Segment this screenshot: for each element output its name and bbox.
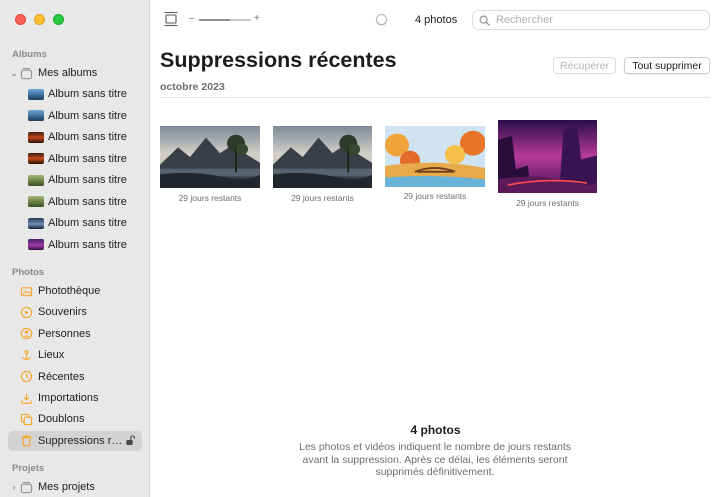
footer-title: 4 photos — [410, 423, 461, 437]
album-thumbnail — [28, 131, 44, 143]
places-icon — [20, 349, 33, 362]
album-thumbnail — [28, 110, 44, 121]
sidebar-item-places[interactable]: Lieux — [8, 345, 142, 365]
page-subtitle: octobre 2023 — [160, 81, 225, 93]
sidebar-item-album[interactable]: Album sans titre — [8, 127, 142, 147]
sidebar-item-label: Souvenirs — [38, 306, 87, 319]
sidebar-item-trash[interactable]: Suppressions ré... — [8, 430, 142, 451]
sidebar-item-my-projects[interactable]: › Mes projets — [8, 477, 142, 497]
sidebar-item-label: Album sans titre — [48, 152, 127, 165]
search-field[interactable] — [472, 10, 710, 30]
sidebar-item-label: Album sans titre — [48, 174, 127, 186]
photos-window: Albums ⌄ Mes albums Album sans titre Albu… — [0, 0, 720, 497]
album-thumbnail — [28, 88, 44, 100]
delete-all-button[interactable]: Tout supprimer — [624, 57, 710, 74]
sidebar-item-album[interactable]: Album sans titre — [8, 170, 142, 190]
search-icon — [479, 15, 490, 26]
photo-thumbnail[interactable] — [498, 120, 597, 193]
sidebar-item-label: Album sans titre — [48, 131, 127, 143]
sidebar-item-album[interactable]: Album sans titre — [8, 84, 142, 104]
sidebar-item-memories[interactable]: Souvenirs — [8, 302, 142, 322]
minimize-window-button[interactable] — [34, 14, 45, 25]
sidebar-item-label: Récentes — [38, 370, 85, 383]
days-remaining-label: 29 jours restants — [516, 198, 579, 208]
zoom-window-button[interactable] — [53, 14, 64, 25]
photo-item[interactable]: 29 jours restants — [160, 126, 260, 203]
days-remaining-label: 29 jours restants — [403, 191, 467, 201]
days-remaining-label: 29 jours restants — [291, 193, 354, 203]
photo-item[interactable]: 29 jours restants — [498, 120, 597, 208]
photo-library-icon — [20, 285, 33, 298]
sidebar-item-label: Photothèque — [38, 285, 101, 297]
trash-icon — [20, 434, 33, 447]
imports-icon — [20, 392, 33, 405]
aspect-toggle-icon[interactable] — [164, 11, 178, 27]
sidebar-item-label: Album sans titre — [48, 195, 127, 208]
section-title-albums: Albums — [12, 49, 47, 60]
section-title-projects: Projets — [12, 463, 45, 474]
folder-stack-icon — [20, 481, 33, 494]
people-icon — [20, 327, 33, 340]
sidebar-item-recents[interactable]: Récentes — [8, 367, 142, 387]
album-thumbnail — [28, 239, 44, 250]
duplicates-icon — [20, 413, 33, 426]
zoom-out-button[interactable]: – — [189, 13, 195, 24]
footer-text: Les photos et vidéos indiquent le nombre… — [298, 441, 571, 478]
sidebar-item-album[interactable]: Album sans titre — [8, 106, 142, 126]
sidebar-item-album[interactable]: Album sans titre — [8, 192, 142, 212]
sidebar-item-label: Album sans titre — [48, 109, 127, 122]
album-thumbnail — [28, 217, 44, 229]
sidebar-item-my-albums[interactable]: ⌄ Mes albums — [8, 63, 142, 83]
album-stack-icon — [20, 67, 33, 80]
recover-button[interactable]: Récupérer — [553, 57, 616, 74]
album-thumbnail — [28, 196, 44, 207]
sidebar-item-people[interactable]: Personnes — [8, 324, 142, 344]
photo-thumbnail[interactable] — [160, 126, 260, 188]
sidebar-item-label: Personnes — [38, 327, 91, 340]
sidebar: Albums ⌄ Mes albums Album sans titre Albu… — [0, 0, 150, 497]
page-title: Suppressions récentes — [160, 48, 397, 72]
sidebar-item-album[interactable]: Album sans titre — [8, 235, 142, 255]
album-thumbnail — [28, 174, 44, 186]
section-title-photos: Photos — [12, 267, 45, 278]
window-controls — [15, 14, 64, 25]
sidebar-item-imports[interactable]: Importations — [8, 388, 142, 408]
recents-icon — [20, 370, 33, 383]
sidebar-item-label: Doublons — [38, 413, 85, 426]
zoom-slider-fill — [199, 19, 231, 21]
photo-item[interactable]: 29 jours restants — [273, 126, 372, 203]
sidebar-item-label: Album sans titre — [48, 238, 127, 251]
photo-item[interactable]: 29 jours restants — [385, 126, 485, 201]
album-thumbnail — [28, 153, 44, 164]
memories-icon — [20, 306, 33, 319]
header-divider — [160, 97, 710, 98]
photo-thumbnail[interactable] — [385, 126, 485, 187]
photo-count: 4 photos — [415, 14, 458, 26]
chevron-down-icon[interactable]: ⌄ — [8, 68, 20, 79]
sidebar-item-label: Suppressions ré... — [38, 434, 126, 447]
sidebar-item-label: Mes albums — [38, 67, 98, 79]
sidebar-item-duplicates[interactable]: Doublons — [8, 409, 142, 429]
unlock-icon[interactable] — [125, 435, 136, 446]
zoom-slider[interactable] — [199, 19, 251, 21]
sidebar-item-label: Importations — [38, 392, 99, 404]
toolbar: – + 4 photos — [151, 0, 720, 40]
sidebar-item-label: Album sans titre — [48, 217, 127, 229]
sidebar-item-label: Album sans titre — [48, 88, 127, 100]
chevron-right-icon[interactable]: › — [8, 482, 20, 492]
sidebar-item-label: Mes projets — [38, 481, 95, 493]
zoom-in-button[interactable]: + — [254, 13, 260, 24]
zoom-slider-knob[interactable] — [375, 14, 387, 25]
sidebar-item-album[interactable]: Album sans titre — [8, 213, 142, 233]
sidebar-item-photo-library[interactable]: Photothèque — [8, 281, 142, 301]
days-remaining-label: 29 jours restants — [178, 193, 242, 203]
sidebar-item-album[interactable]: Album sans titre — [8, 149, 142, 169]
sidebar-item-label: Lieux — [38, 349, 65, 362]
photo-thumbnail[interactable] — [273, 126, 372, 188]
close-window-button[interactable] — [15, 14, 26, 25]
search-input[interactable] — [496, 14, 696, 26]
